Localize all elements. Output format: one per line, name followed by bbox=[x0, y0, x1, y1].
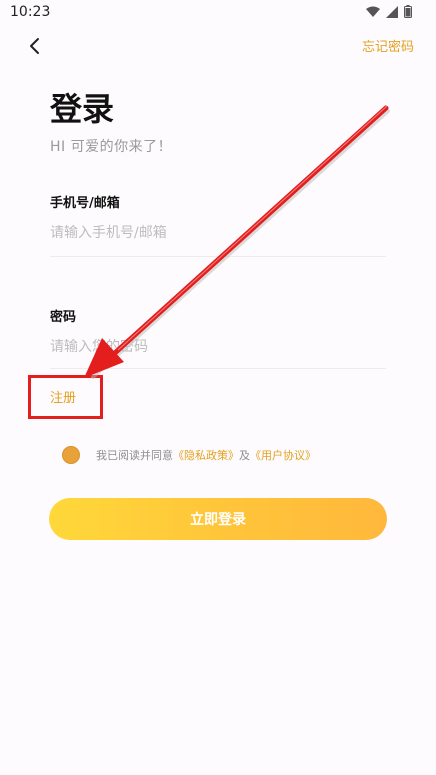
agreement-conjunction: 及 bbox=[239, 449, 250, 462]
password-input[interactable] bbox=[50, 336, 386, 358]
account-divider bbox=[50, 256, 386, 257]
account-label: 手机号/邮箱 bbox=[50, 196, 120, 211]
status-bar: 10:23 bbox=[0, 0, 436, 26]
agreement-checkbox[interactable] bbox=[62, 446, 80, 464]
user-agreement-link[interactable]: 《用户协议》 bbox=[250, 447, 316, 463]
page-title: 登录 bbox=[50, 90, 115, 128]
login-button[interactable]: 立即登录 bbox=[49, 498, 387, 540]
back-chevron-icon bbox=[30, 38, 39, 54]
agreement-text: 我已阅读并同意 《隐私政策》 及 《用户协议》 bbox=[96, 447, 316, 463]
back-button[interactable] bbox=[24, 34, 48, 58]
account-input[interactable] bbox=[50, 222, 386, 244]
privacy-policy-link[interactable]: 《隐私政策》 bbox=[173, 447, 239, 463]
forgot-password-link[interactable]: 忘记密码 bbox=[362, 36, 414, 55]
highlight-box bbox=[28, 375, 103, 419]
battery-icon bbox=[404, 5, 412, 18]
password-label: 密码 bbox=[50, 310, 77, 325]
signal-icon bbox=[386, 5, 398, 18]
status-icons bbox=[366, 5, 412, 18]
page-subtitle: HI 可爱的你来了！ bbox=[50, 139, 173, 155]
status-time: 10:23 bbox=[10, 4, 51, 20]
agreement-row: 我已阅读并同意 《隐私政策》 及 《用户协议》 bbox=[62, 446, 316, 464]
agreement-prefix: 我已阅读并同意 bbox=[96, 449, 173, 462]
password-divider bbox=[50, 368, 386, 369]
wifi-icon bbox=[366, 6, 380, 17]
